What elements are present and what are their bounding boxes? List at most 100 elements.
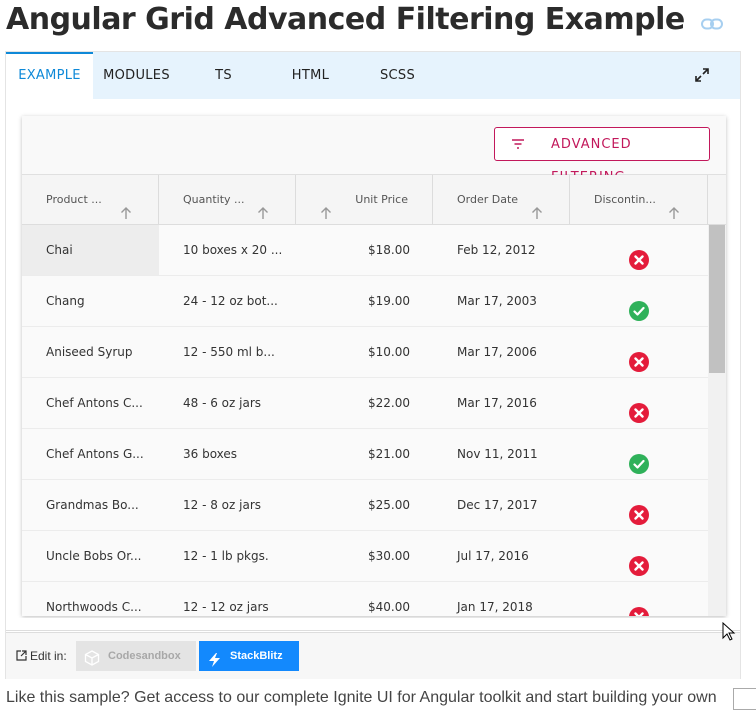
horizontal-scrollbar[interactable] xyxy=(6,618,740,631)
tab-bar: EXAMPLE MODULES TS HTML SCSS xyxy=(6,52,740,99)
arrow-up-icon[interactable] xyxy=(257,192,269,219)
vertical-scrollbar[interactable] xyxy=(708,225,726,616)
cell-quantity[interactable]: 12 - 1 lb pkgs. xyxy=(159,531,296,581)
cell-price[interactable]: $10.00 xyxy=(296,327,433,377)
stackblitz-button[interactable]: StackBlitz xyxy=(199,641,299,671)
grid-body: Chai 10 boxes x 20 ... $18.00 Feb 12, 2012 C… xyxy=(22,225,708,616)
arrow-up-icon[interactable] xyxy=(668,192,680,219)
table-row[interactable]: Chef Antons C... 48 - 6 oz jars $22.00 Mar … xyxy=(22,378,708,429)
grid-header: Product ... Quantity ... Unit Price Orde… xyxy=(22,175,726,225)
tab-example[interactable]: EXAMPLE xyxy=(6,52,93,99)
cell-quantity[interactable]: 12 - 12 oz jars xyxy=(159,582,296,616)
column-header-date[interactable]: Order Date xyxy=(433,175,570,224)
cell-product[interactable]: Chef Antons G... xyxy=(22,429,159,479)
table-row[interactable]: Aniseed Syrup 12 - 550 ml b... $10.00 Mar 1… xyxy=(22,327,708,378)
column-header-price[interactable]: Unit Price xyxy=(296,175,433,224)
check-circle-icon xyxy=(629,445,649,474)
cell-date[interactable]: Mar 17, 2006 xyxy=(433,327,570,377)
cell-price[interactable]: $21.00 xyxy=(296,429,433,479)
tab-ts[interactable]: TS xyxy=(180,52,267,99)
cell-date[interactable]: Mar 17, 2016 xyxy=(433,378,570,428)
footer-widget[interactable] xyxy=(733,688,756,710)
cell-quantity[interactable]: 10 boxes x 20 ... xyxy=(159,225,296,275)
link-icon[interactable] xyxy=(700,1,723,41)
cell-discontinued[interactable] xyxy=(570,276,708,326)
cell-date[interactable]: Jul 17, 2016 xyxy=(433,531,570,581)
cell-quantity[interactable]: 12 - 8 oz jars xyxy=(159,480,296,530)
column-header-label: Unit Price xyxy=(355,193,408,206)
table-row[interactable]: Uncle Bobs Or... 12 - 1 lb pkgs. $30.00 Jul… xyxy=(22,531,708,582)
footer-text: Like this sample? Get access to our comp… xyxy=(6,689,717,706)
x-circle-icon xyxy=(629,547,649,576)
cell-product[interactable]: Chang xyxy=(22,276,159,326)
cell-discontinued[interactable] xyxy=(570,480,708,530)
cell-discontinued[interactable] xyxy=(570,327,708,377)
cell-price[interactable]: $40.00 xyxy=(296,582,433,616)
cell-date[interactable]: Dec 17, 2017 xyxy=(433,480,570,530)
tab-scss[interactable]: SCSS xyxy=(354,52,441,99)
tab-modules[interactable]: MODULES xyxy=(93,52,180,99)
arrow-up-icon[interactable] xyxy=(320,192,332,219)
cell-product[interactable]: Northwoods C... xyxy=(22,582,159,616)
scrollbar-thumb[interactable] xyxy=(709,225,725,373)
table-row[interactable]: Chang 24 - 12 oz bot... $19.00 Mar 17, 2003 xyxy=(22,276,708,327)
cell-product[interactable]: Chai xyxy=(22,225,159,275)
column-header-label: Order Date xyxy=(457,193,519,206)
cell-quantity[interactable]: 48 - 6 oz jars xyxy=(159,378,296,428)
table-row[interactable]: Grandmas Bo... 12 - 8 oz jars $25.00 Dec 17… xyxy=(22,480,708,531)
sample-frame: EXAMPLE MODULES TS HTML SCSS ADVANCED FI… xyxy=(5,51,741,679)
advanced-filtering-button[interactable]: ADVANCED FILTERING xyxy=(494,127,710,185)
page-title: Angular Grid Advanced Filtering Example xyxy=(6,0,723,40)
cell-date[interactable]: Feb 12, 2012 xyxy=(433,225,570,275)
cell-date[interactable]: Mar 17, 2003 xyxy=(433,276,570,326)
table-row[interactable]: Chai 10 boxes x 20 ... $18.00 Feb 12, 2012 xyxy=(22,225,708,276)
cell-discontinued[interactable] xyxy=(570,582,708,616)
column-header-discontinued[interactable]: Discontin... xyxy=(570,175,708,224)
cell-quantity[interactable]: 12 - 550 ml b... xyxy=(159,327,296,377)
x-circle-icon xyxy=(629,496,649,525)
codesandbox-label: Codesandbox xyxy=(108,650,181,662)
edit-label: Edit in: xyxy=(16,633,67,680)
data-grid: ADVANCED FILTERING Product ... Quantity … xyxy=(22,116,726,616)
cell-product[interactable]: Uncle Bobs Or... xyxy=(22,531,159,581)
column-header-label: Product ... xyxy=(46,193,102,206)
x-circle-icon xyxy=(629,241,649,270)
x-circle-icon xyxy=(629,343,649,372)
cell-product[interactable]: Aniseed Syrup xyxy=(22,327,159,377)
codesandbox-button[interactable]: Codesandbox xyxy=(76,641,196,671)
cell-price[interactable]: $19.00 xyxy=(296,276,433,326)
codesandbox-cube-icon xyxy=(84,648,100,678)
cell-quantity[interactable]: 36 boxes xyxy=(159,429,296,479)
tab-html[interactable]: HTML xyxy=(267,52,354,99)
lightning-bolt-icon xyxy=(207,649,223,679)
edit-bar: Edit in: Codesandbox StackBlitz xyxy=(6,632,740,679)
stackblitz-label: StackBlitz xyxy=(230,650,283,662)
cell-price[interactable]: $25.00 xyxy=(296,480,433,530)
cell-price[interactable]: $22.00 xyxy=(296,378,433,428)
column-header-quantity[interactable]: Quantity ... xyxy=(159,175,296,224)
cell-discontinued[interactable] xyxy=(570,378,708,428)
cell-discontinued[interactable] xyxy=(570,225,708,275)
cell-price[interactable]: $18.00 xyxy=(296,225,433,275)
table-row[interactable]: Chef Antons G... 36 boxes $21.00 Nov 11, 20… xyxy=(22,429,708,480)
cell-product[interactable]: Chef Antons C... xyxy=(22,378,159,428)
cell-product[interactable]: Grandmas Bo... xyxy=(22,480,159,530)
cell-discontinued[interactable] xyxy=(570,531,708,581)
cell-date[interactable]: Nov 11, 2011 xyxy=(433,429,570,479)
table-row[interactable]: Northwoods C... 12 - 12 oz jars $40.00 Jan … xyxy=(22,582,708,616)
expand-icon[interactable] xyxy=(694,67,710,83)
cell-price[interactable]: $30.00 xyxy=(296,531,433,581)
x-circle-icon xyxy=(629,394,649,423)
cell-date[interactable]: Jan 17, 2018 xyxy=(433,582,570,616)
check-circle-icon xyxy=(629,292,649,321)
cell-quantity[interactable]: 24 - 12 oz bot... xyxy=(159,276,296,326)
page-title-text: Angular Grid Advanced Filtering Example xyxy=(6,2,685,37)
column-header-product[interactable]: Product ... xyxy=(22,175,159,224)
arrow-up-icon[interactable] xyxy=(531,192,543,219)
mouse-cursor-icon xyxy=(722,621,736,647)
arrow-up-icon[interactable] xyxy=(120,192,132,219)
external-edit-icon xyxy=(16,634,27,680)
column-header-label: Quantity ... xyxy=(183,193,245,206)
edit-label-text: Edit in: xyxy=(30,649,67,663)
cell-discontinued[interactable] xyxy=(570,429,708,479)
